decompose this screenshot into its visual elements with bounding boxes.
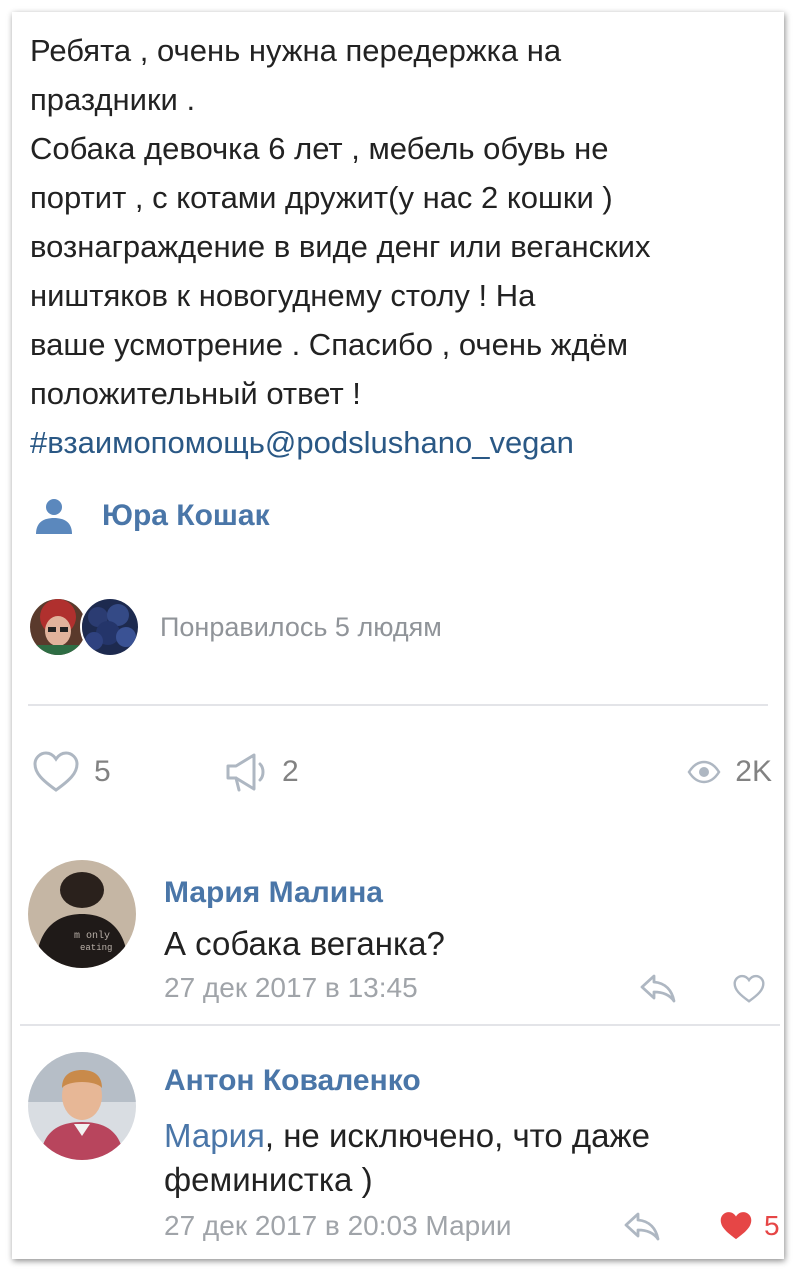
post-actions: 5 2 2K — [32, 747, 772, 797]
share-button[interactable]: 2 — [224, 747, 299, 797]
comment-like-button[interactable]: 5 — [718, 1210, 780, 1242]
comment: Антон Коваленко Мария, не исключено, что… — [28, 1052, 780, 1242]
heart-outline-icon — [33, 751, 79, 792]
post-text-line: Собака девочка 6 лет , мебель обувь не — [30, 131, 609, 166]
reply-mention-link[interactable]: Мария — [164, 1117, 265, 1154]
comment-meta: 27 дек 2017 в 20:03 Марии — [164, 1210, 512, 1241]
avatar[interactable] — [28, 1052, 136, 1160]
post-text-line: Ребята , очень нужна передержка на — [30, 33, 562, 68]
post-text-line: ништяков к новогуднему столу ! На — [30, 278, 536, 313]
post-text-line: праздники . — [30, 82, 196, 117]
comment-text: А собака веганка? — [164, 922, 744, 966]
comment-text-line: , не исключено, что даже — [264, 1117, 650, 1154]
divider — [20, 1024, 780, 1026]
comment-text-line: феминистка ) — [164, 1161, 373, 1198]
post-text-line: портит , с котами дружит(у нас 2 кошки ) — [30, 180, 613, 215]
post-text: Ребята , очень нужна передержка на празд… — [30, 26, 770, 467]
hashtag-link[interactable]: #взаимопомощь@podslushano_vegan — [30, 418, 770, 467]
post-text-line: ваше усмотрение . Спасибо , очень ждём — [30, 327, 629, 362]
divider — [28, 704, 768, 706]
heart-filled-icon — [720, 1212, 752, 1240]
comment-author[interactable]: Мария Малина — [164, 876, 383, 910]
views-count: 2K — [735, 755, 772, 788]
likes-count: 5 — [94, 755, 111, 788]
views-counter: 2K — [687, 747, 772, 797]
reply-arrow-icon — [640, 974, 676, 1003]
comment-likes-count: 5 — [764, 1210, 780, 1241]
reply-arrow-icon — [624, 1212, 660, 1241]
post-text-line: положительный ответ ! — [30, 376, 361, 411]
post-card: Ребята , очень нужна передержка на празд… — [12, 12, 784, 1259]
post-text-line: вознаграждение в виде денг или веганских — [30, 229, 651, 264]
comment-like-button[interactable] — [732, 974, 766, 1004]
post-author[interactable]: Юра Кошак — [34, 492, 270, 540]
avatar[interactable] — [80, 597, 140, 657]
comment-text: Мария, не исключено, что даже феминистка… — [164, 1114, 744, 1202]
svg-text:m only: m only — [74, 930, 110, 942]
liked-by-row[interactable]: Понравилось 5 людям — [28, 597, 442, 657]
user-icon — [36, 499, 72, 534]
comment-text-line: А собака веганка? — [164, 925, 445, 962]
comment: m only eating Мария Малина А собака вега… — [28, 860, 772, 1003]
author-name[interactable]: Юра Кошак — [102, 499, 270, 533]
reposts-count: 2 — [282, 755, 299, 788]
comment-meta: 27 дек 2017 в 13:45 — [164, 972, 418, 1003]
like-button[interactable]: 5 — [32, 747, 111, 797]
avatar[interactable] — [28, 597, 88, 657]
svg-text:eating: eating — [80, 943, 112, 953]
eye-icon — [687, 760, 721, 784]
avatar[interactable]: m only eating — [28, 860, 136, 968]
comment-author[interactable]: Антон Коваленко — [164, 1064, 421, 1098]
megaphone-icon — [226, 753, 265, 792]
reply-button[interactable] — [622, 1210, 662, 1242]
heart-outline-icon — [733, 974, 765, 1003]
liked-by-text[interactable]: Понравилось 5 людям — [160, 612, 442, 643]
reply-button[interactable] — [638, 972, 678, 1004]
